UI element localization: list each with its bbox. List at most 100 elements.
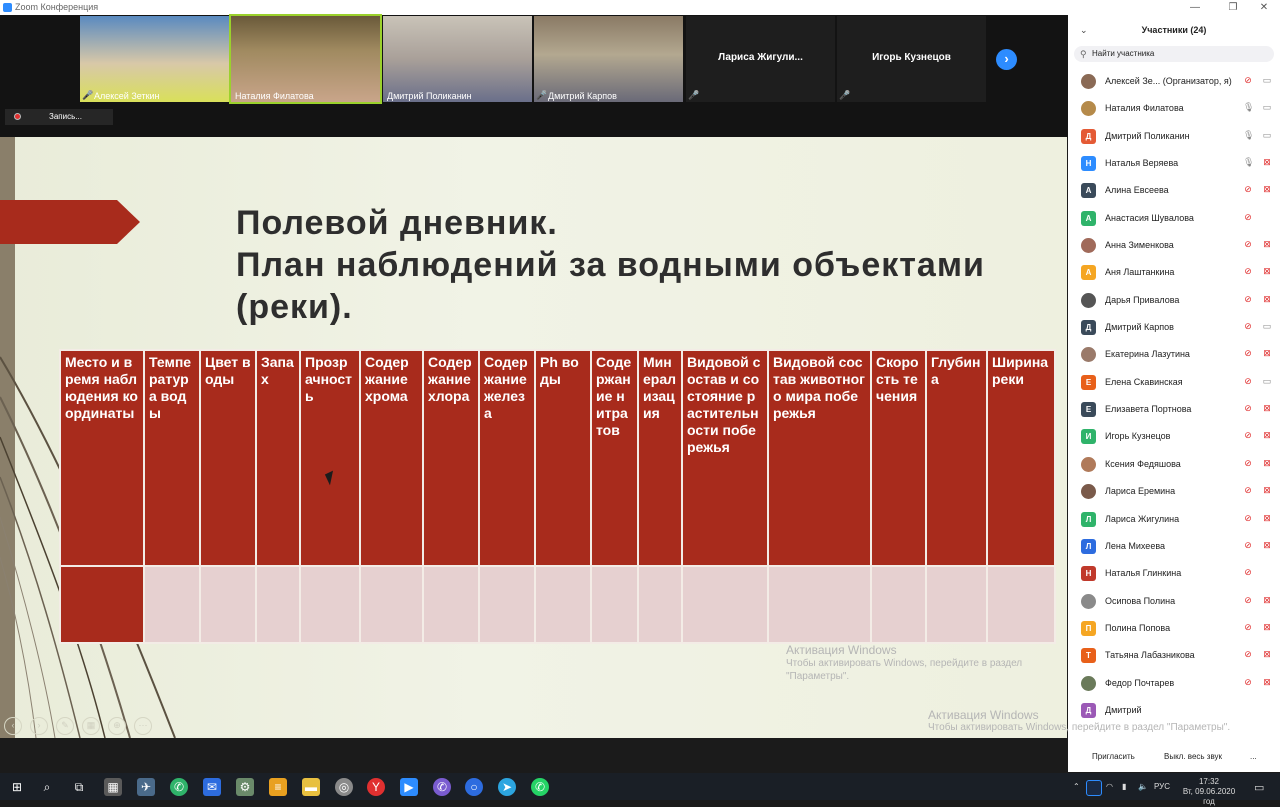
participant-item[interactable]: Т Татьяна Лабазникова ⊘ ⊠ [1068, 642, 1280, 669]
video-off-icon[interactable]: ⊠ [1261, 513, 1273, 524]
search-icon[interactable]: ⌕ [38, 778, 56, 796]
more-options-button[interactable]: ... [1244, 750, 1263, 764]
muted-mic-icon[interactable]: ⊘ [1243, 540, 1253, 551]
video-icon[interactable]: ▭ [1261, 376, 1273, 387]
participant-item[interactable]: Н Наталья Веряева 🎙 ⊠ [1068, 150, 1280, 177]
next-page-chevron-icon[interactable]: › [996, 49, 1017, 70]
muted-mic-icon[interactable]: ⊘ [1243, 403, 1253, 414]
tray-expand-icon[interactable]: ⌃ [1073, 782, 1080, 791]
muted-mic-icon[interactable]: ⊘ [1243, 212, 1253, 223]
video-off-icon[interactable]: ⊠ [1261, 485, 1273, 496]
muted-mic-icon[interactable]: ⊘ [1243, 458, 1253, 469]
video-off-icon[interactable]: ⊠ [1261, 348, 1273, 359]
muted-mic-icon[interactable]: ⊘ [1243, 595, 1253, 606]
video-off-icon[interactable]: ⊠ [1261, 184, 1273, 195]
participant-item[interactable]: Л Лариса Жигулина ⊘ ⊠ [1068, 506, 1280, 533]
video-off-icon[interactable]: ⊠ [1261, 157, 1273, 168]
muted-mic-icon[interactable]: ⊘ [1243, 266, 1253, 277]
video-off-icon[interactable]: ⊠ [1261, 239, 1273, 250]
muted-mic-icon[interactable]: ⊘ [1243, 513, 1253, 524]
participant-item[interactable]: Ксения Федяшова ⊘ ⊠ [1068, 451, 1280, 478]
participant-item[interactable]: Е Елизавета Портнова ⊘ ⊠ [1068, 396, 1280, 423]
participant-item[interactable]: Алексей Зе... (Организатор, я) ⊘ ▭ [1068, 68, 1280, 95]
participant-item[interactable]: Л Лена Михеева ⊘ ⊠ [1068, 533, 1280, 560]
video-off-icon[interactable]: ⊠ [1261, 403, 1273, 414]
participant-item[interactable]: Федор Почтарев ⊘ ⊠ [1068, 670, 1280, 697]
mail-icon[interactable]: ✉ [203, 778, 221, 796]
participant-item[interactable]: Анна Зименкова ⊘ ⊠ [1068, 232, 1280, 259]
more-icon[interactable]: ⋯ [134, 717, 152, 735]
muted-mic-icon[interactable]: ⊘ [1243, 677, 1253, 688]
muted-mic-icon[interactable]: ⊘ [1243, 622, 1253, 633]
video-off-icon[interactable]: ⊠ [1261, 622, 1273, 633]
muted-mic-icon[interactable]: ⊘ [1243, 75, 1253, 86]
video-icon[interactable]: ▭ [1261, 102, 1273, 113]
muted-mic-icon[interactable]: ⊘ [1243, 376, 1253, 387]
muted-mic-icon[interactable]: ⊘ [1243, 567, 1253, 578]
video-tile[interactable]: 🎤 Алексей Зеткин [80, 16, 229, 102]
participant-item[interactable]: Е Елена Скавинская ⊘ ▭ [1068, 369, 1280, 396]
viber-icon[interactable]: ✆ [433, 778, 451, 796]
participant-item[interactable]: Д Дмитрий Карпов ⊘ ▭ [1068, 314, 1280, 341]
mic-icon[interactable]: 🎙 [1243, 102, 1254, 113]
mic-icon[interactable]: 🎙 [1243, 157, 1254, 168]
tray-app-icon[interactable] [1086, 780, 1102, 796]
muted-mic-icon[interactable]: ⊘ [1243, 184, 1253, 195]
calculator-icon[interactable]: ▦ [104, 778, 122, 796]
participant-item[interactable]: Наталия Филатова 🎙 ▭ [1068, 95, 1280, 122]
participant-item[interactable]: Д Дмитрий Поликанин 🎙 ▭ [1068, 123, 1280, 150]
video-tile[interactable]: 🎤 Дмитрий Карпов [534, 16, 683, 102]
video-icon[interactable]: ▭ [1261, 75, 1273, 86]
video-tile-no-video[interactable]: Лариса Жигули... 🎤 [686, 16, 835, 102]
app-icon[interactable]: ○ [465, 778, 483, 796]
participant-item[interactable]: Осипова Полина ⊘ ⊠ [1068, 588, 1280, 615]
video-off-icon[interactable]: ⊠ [1261, 266, 1273, 277]
telegram-icon[interactable]: ➤ [498, 778, 516, 796]
app-icon[interactable]: ✈ [137, 778, 155, 796]
participant-item[interactable]: П Полина Попова ⊘ ⊠ [1068, 615, 1280, 642]
yandex-browser-icon[interactable]: Y [367, 778, 385, 796]
video-tile-active-speaker[interactable]: Наталия Филатова [229, 14, 382, 104]
next-slide-icon[interactable]: › [30, 717, 48, 735]
participant-item[interactable]: А Алина Евсеева ⊘ ⊠ [1068, 177, 1280, 204]
muted-mic-icon[interactable]: ⊘ [1243, 485, 1253, 496]
app-icon[interactable]: ⚙ [236, 778, 254, 796]
mic-icon[interactable]: 🎙 [1243, 130, 1254, 141]
video-off-icon[interactable]: ⊠ [1261, 458, 1273, 469]
video-off-icon[interactable]: ⊠ [1261, 540, 1273, 551]
task-view-icon[interactable]: ⧉ [70, 778, 88, 796]
mute-all-button[interactable]: Выкл. весь звук [1158, 750, 1228, 764]
participant-item[interactable]: Лариса Еремина ⊘ ⊠ [1068, 478, 1280, 505]
video-off-icon[interactable]: ⊠ [1261, 677, 1273, 688]
video-off-icon[interactable]: ⊠ [1261, 294, 1273, 305]
participant-item[interactable]: Н Наталья Глинкина ⊘ [1068, 560, 1280, 587]
participant-item[interactable]: Екатерина Лазутина ⊘ ⊠ [1068, 341, 1280, 368]
zoom-icon[interactable]: ⊕ [108, 717, 126, 735]
invite-button[interactable]: Пригласить [1086, 750, 1141, 764]
restore-button[interactable]: ❐ [1221, 0, 1245, 15]
grid-icon[interactable]: ▦ [82, 717, 100, 735]
pen-icon[interactable]: ✎ [56, 717, 74, 735]
muted-mic-icon[interactable]: ⊘ [1243, 348, 1253, 359]
video-off-icon[interactable]: ⊠ [1261, 649, 1273, 660]
muted-mic-icon[interactable]: ⊘ [1243, 239, 1253, 250]
close-button[interactable]: ✕ [1252, 0, 1276, 15]
folder-icon[interactable]: ▬ [302, 778, 320, 796]
muted-mic-icon[interactable]: ⊘ [1243, 430, 1253, 441]
recording-indicator[interactable]: Запись... [5, 109, 113, 125]
minimize-button[interactable]: — [1183, 0, 1207, 15]
muted-mic-icon[interactable]: ⊘ [1243, 294, 1253, 305]
notification-icon[interactable]: ▭ [1254, 781, 1264, 794]
participant-item[interactable]: А Анастасия Шувалова ⊘ [1068, 205, 1280, 232]
video-off-icon[interactable]: ⊠ [1261, 595, 1273, 606]
muted-mic-icon[interactable]: ⊘ [1243, 321, 1253, 332]
start-windows-icon[interactable]: ⊞ [8, 778, 26, 796]
video-tile[interactable]: Дмитрий Поликанин [383, 16, 532, 102]
clock[interactable]: 17:32 Вт, 09.06.2020 год [1176, 777, 1242, 807]
network-icon[interactable]: ◠ [1106, 782, 1113, 791]
participant-item[interactable]: А Аня Лаштанкина ⊘ ⊠ [1068, 259, 1280, 286]
whatsapp-icon[interactable]: ✆ [531, 778, 549, 796]
video-icon[interactable]: ▭ [1261, 130, 1273, 141]
video-off-icon[interactable]: ⊠ [1261, 430, 1273, 441]
language-indicator[interactable]: РУС [1154, 782, 1170, 791]
